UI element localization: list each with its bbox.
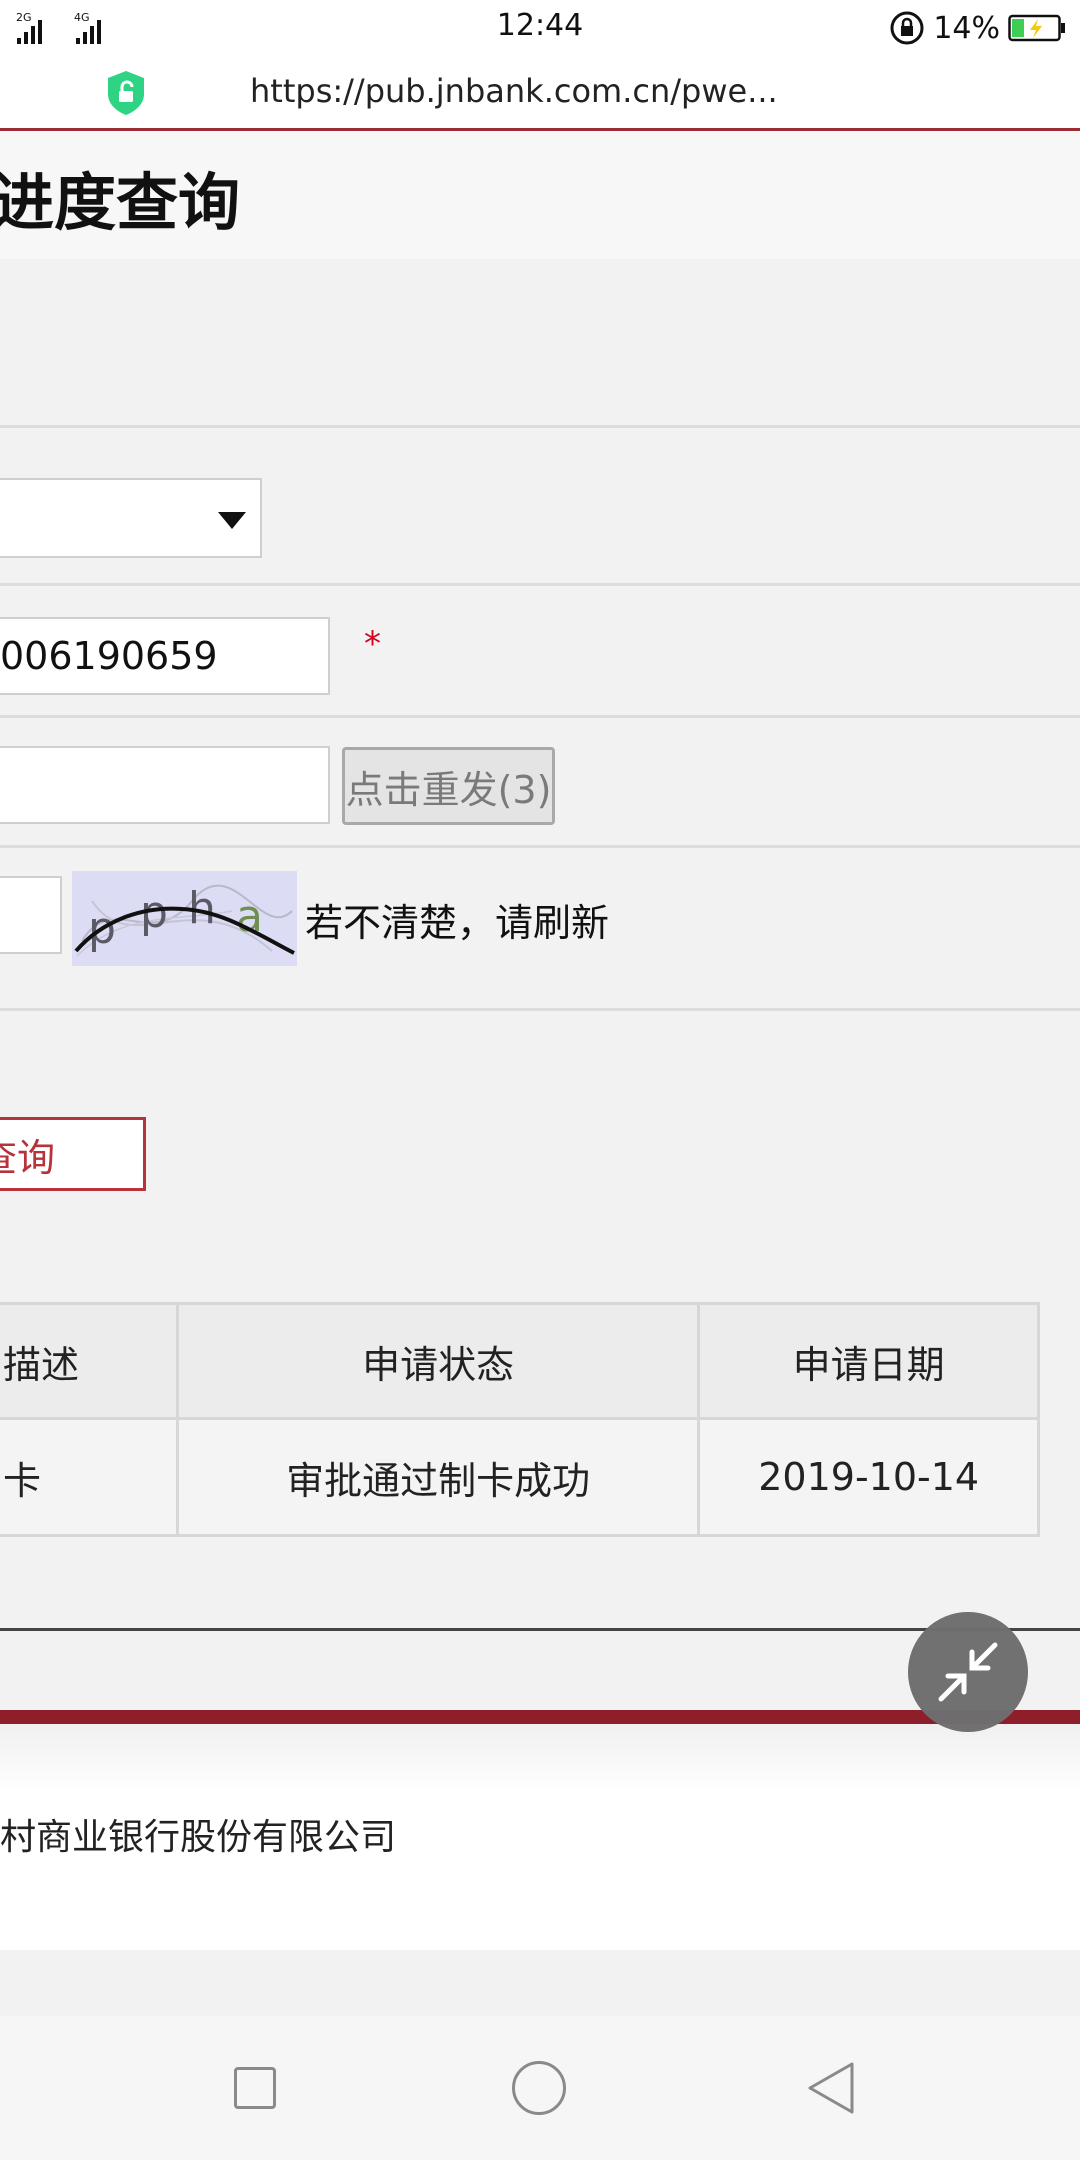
resend-sms-button[interactable]: 点击重发(3) [342,747,555,825]
battery-icon [1008,14,1065,42]
back-icon[interactable] [804,2060,858,2116]
header-description: 描述 [0,1302,180,1420]
cell-status: 审批通过制卡成功 [176,1417,701,1537]
page-title: 进度查询 [0,166,241,239]
recent-apps-icon[interactable] [234,2067,276,2109]
result-table: 描述 申请状态 申请日期 卡 审批通过制卡成功 2019-10-14 [0,1302,1040,1537]
sms-code-input[interactable] [0,746,330,824]
battery-group: 14% [889,8,1066,48]
divider [0,845,1080,848]
cell-date: 2019-10-14 [697,1417,1040,1537]
collapse-arrows-icon[interactable] [908,1612,1028,1732]
divider [0,583,1080,586]
query-button[interactable]: 查询 [0,1117,146,1191]
chevron-down-icon[interactable] [218,512,246,529]
browser-url-bar[interactable]: https://pub.jnbank.com.cn/pwe... [0,56,1080,131]
footer-divider [0,1628,1080,1631]
security-shield-icon[interactable] [106,70,146,116]
divider [0,715,1080,718]
home-icon[interactable] [512,2061,566,2115]
divider [0,425,1080,428]
captcha-input[interactable] [0,876,62,954]
footer-red-bar [0,1710,1080,1724]
rotation-lock-icon [890,11,924,45]
divider [0,1008,1080,1011]
cell-description: 卡 [0,1417,180,1537]
footer-company-name: 村商业银行股份有限公司 [0,1817,397,1858]
required-mark: * [364,624,381,664]
battery-percent: 14% [933,10,1000,46]
header-status: 申请状态 [176,1302,701,1420]
url-text[interactable]: https://pub.jnbank.com.cn/pwe... [250,72,778,110]
table-row: 卡 审批通过制卡成功 2019-10-14 [0,1417,1040,1537]
captcha-refresh-hint[interactable]: 若不清楚，请刷新 [305,892,609,947]
header-date: 申请日期 [697,1302,1040,1420]
table-header-row: 描述 申请状态 申请日期 [0,1302,1040,1420]
captcha-image[interactable]: p p h a [72,871,297,966]
phone-number-input[interactable] [0,617,330,695]
